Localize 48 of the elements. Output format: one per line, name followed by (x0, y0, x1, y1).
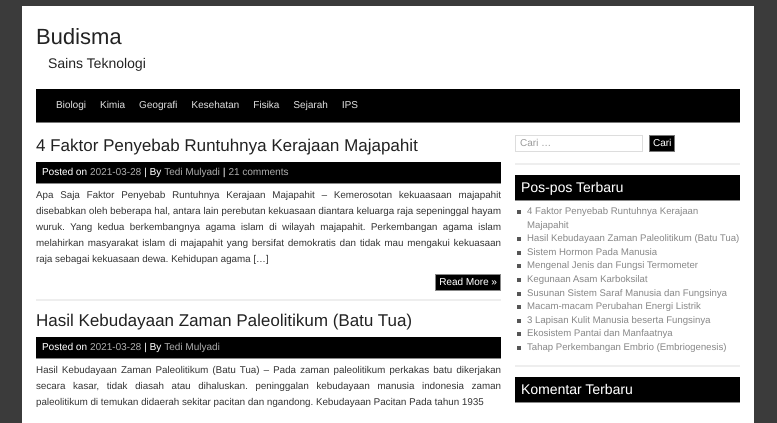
recent-post-link[interactable]: 3 Lapisan Kulit Manusia beserta Fungsinya (527, 314, 710, 328)
post-title[interactable]: 4 Faktor Penyebab Runtuhnya Kerajaan Majapahit (36, 135, 501, 162)
meta-link[interactable]: 2021-03-28 (90, 342, 142, 353)
bullet-icon (517, 237, 521, 242)
meta-text: | (222, 167, 226, 178)
search-field[interactable]: Cari … (515, 135, 643, 152)
meta-text: | By (144, 167, 162, 178)
nav-link[interactable]: Kesehatan (191, 100, 240, 111)
meta-link[interactable]: Tedi Mulyadi (164, 167, 220, 178)
meta-link[interactable]: 21 comments (228, 167, 288, 178)
meta-text: | By (144, 342, 162, 353)
meta-text: Posted on (42, 167, 88, 178)
bullet-icon (517, 346, 521, 350)
read-more-button[interactable]: Read More » (435, 274, 501, 291)
bullet-icon (517, 210, 521, 214)
bullet-icon (517, 318, 521, 323)
widget-title: Komentar Terbaru (515, 376, 740, 403)
recent-post-link[interactable]: Mengenal Jenis dan Fungsi Termometer (527, 259, 698, 273)
recent-post-link[interactable]: Kegunaan Asam Karboksilat (527, 272, 648, 287)
recent-post-link[interactable]: 4 Faktor Penyebab Runtuhnya Kerajaan Majapahit (527, 205, 740, 232)
recent-post-link[interactable]: Susunan Sistem Saraf Manusia dan Fungsinya (527, 286, 727, 300)
bullet-icon (517, 250, 521, 255)
meta-link[interactable]: Tedi Mulyadi (164, 342, 220, 353)
bullet-icon (517, 278, 521, 282)
nav-link[interactable]: Geografi (139, 100, 178, 111)
meta-text: Posted on (42, 342, 88, 353)
recent-post-link[interactable]: Sistem Hormon Pada Manusia (527, 246, 658, 260)
recent-post-link[interactable]: Ekosistem Pantai dan Manfaatnya (527, 327, 673, 341)
nav-link[interactable]: Kimia (100, 100, 126, 111)
site-tagline: Sains Teknologi (48, 54, 146, 72)
nav-link[interactable]: Fisika (253, 100, 280, 111)
nav-link[interactable]: IPS (342, 100, 358, 111)
widget-title: Pos-pos Terbaru (515, 175, 740, 201)
meta-link[interactable]: 2021-03-28 (90, 167, 142, 178)
post-excerpt: Hasil Kebudayaan Zaman Paleolitikum (Batu Tua) – Pada zaman paleolitikum perkakas batu dikerjakan secara kasar, tidak diasah atau dihaluskan. peninggalan kebudayaan manusia indonesia zaman paleolitikum di temukan didaerah sekitar pacitan dan ngandong. Kebudayaan Pacitan Pada tahun 1935 (36, 364, 501, 410)
bullet-icon (517, 264, 521, 268)
bullet-icon (517, 332, 521, 336)
recent-post-link[interactable]: Macam-macam Perubahan Energi Listrik (527, 300, 701, 314)
bullet-icon (517, 292, 521, 296)
site-title[interactable]: Budisma (36, 24, 122, 50)
nav-link[interactable]: Biologi (56, 100, 86, 111)
post-excerpt: Apa Saja Faktor Penyebab Runtuhnya Kerajaan Majapahit – Kemerosotan kekuaasaan majapahit disebabkan oleh beberapa hal, antara lain perebutan kekuasaan diantara keluarga raja sepeninggal hayam wuruk. Yang kedua berkembangnya agama islam di wilayah majapahit. Perkembangan agama islam melahirkan masyarakat islam di majapahit yang bersifat demokratis dan tidak mau mengakui kekuasaan raja sebagai kekuasaan dewa. Kehidupan agama […] (36, 189, 501, 267)
search-button[interactable]: Cari (649, 135, 676, 152)
post-title[interactable]: Hasil Kebudayaan Zaman Paleolitikum (Batu Tua) (36, 310, 501, 337)
bullet-icon (517, 305, 521, 310)
recent-post-link[interactable]: Hasil Kebudayaan Zaman Paleolitikum (Batu Tua) (527, 232, 740, 246)
recent-post-link[interactable]: Tahap Perkembangan Embrio (Embriogenesis) (527, 340, 726, 355)
nav-link[interactable]: Sejarah (293, 100, 328, 111)
